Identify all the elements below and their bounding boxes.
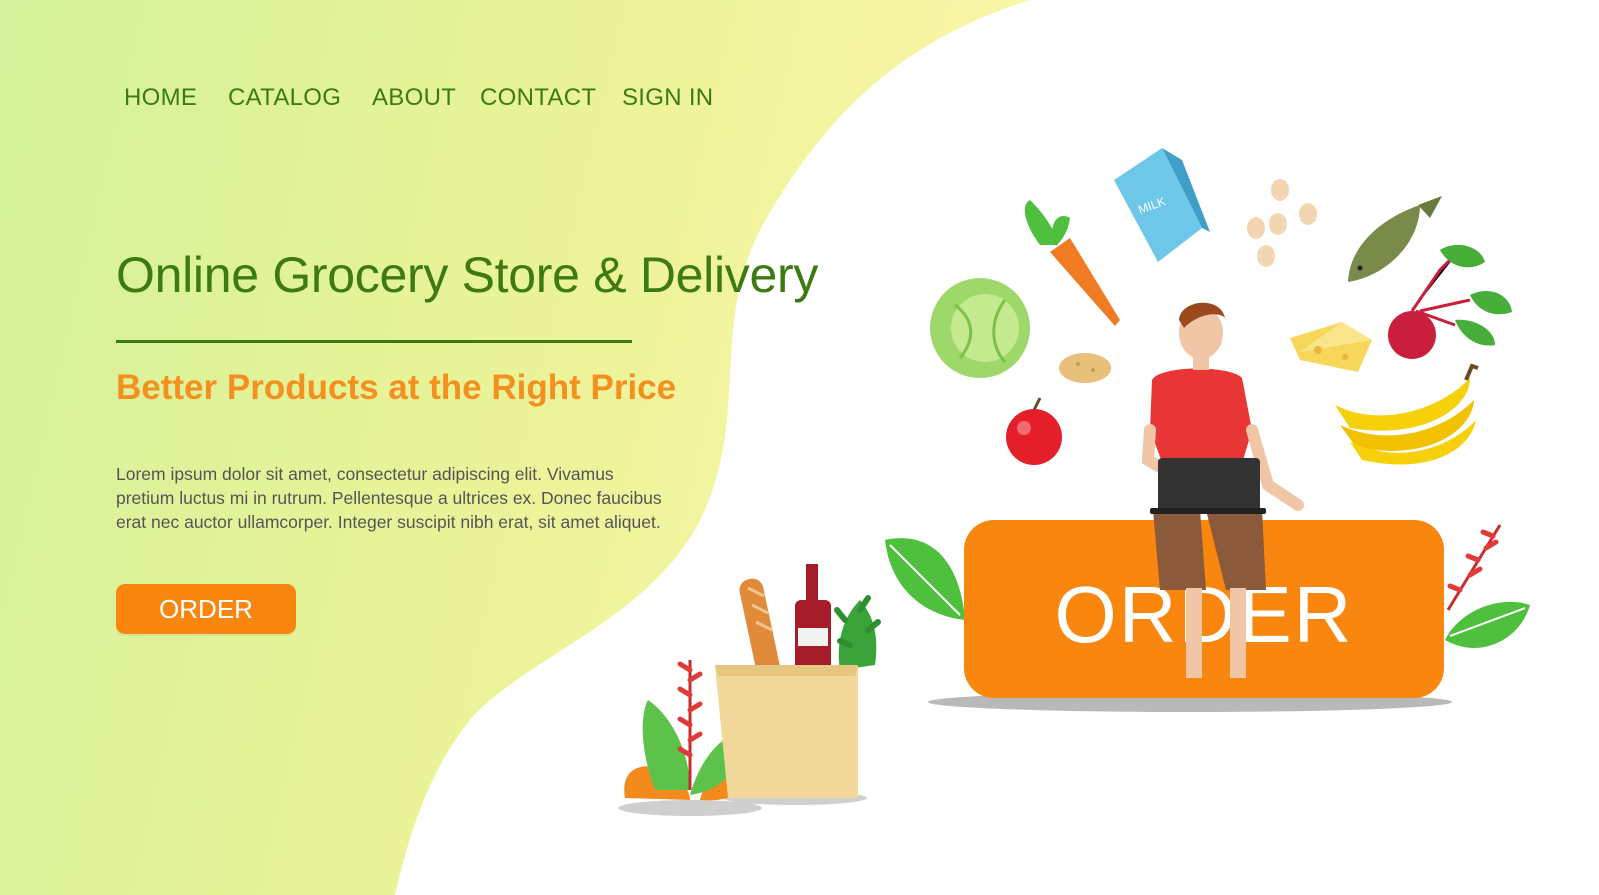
carrot-icon [1024, 200, 1120, 326]
grocery-illustration: ORDER MILK [618, 148, 1530, 816]
apple-icon [1006, 397, 1062, 465]
banana-icon [1335, 363, 1479, 465]
potato-icon [1059, 353, 1111, 383]
beet-icon [1388, 244, 1512, 359]
milk-carton-icon: MILK [1114, 148, 1210, 262]
cabbage-icon [930, 278, 1030, 378]
decorative-leaves-right [1445, 524, 1530, 648]
cheese-icon [1290, 322, 1372, 372]
eggs-icon [1247, 179, 1317, 267]
fish-icon [1348, 196, 1442, 282]
grocery-bag-icon [715, 564, 881, 798]
decorative-leaves-left [885, 538, 965, 620]
